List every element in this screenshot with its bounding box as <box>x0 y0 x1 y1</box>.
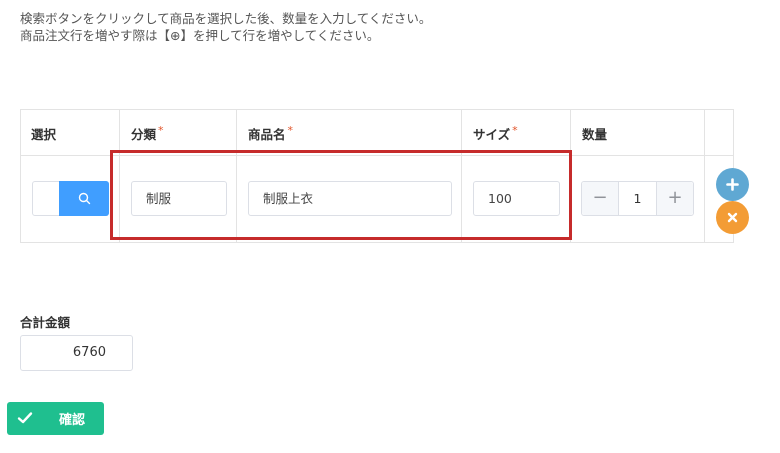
quantity-input[interactable]: 1 <box>619 182 656 215</box>
header-product-name-label: 商品名 <box>248 127 286 142</box>
highlight-annotation <box>110 150 572 240</box>
add-row-button[interactable] <box>716 168 749 201</box>
required-mark: * <box>512 124 518 137</box>
header-select: 選択 <box>31 127 57 142</box>
confirm-button[interactable]: 確認 <box>7 402 104 435</box>
plus-circle-icon <box>726 178 739 191</box>
instructions: 検索ボタンをクリックして商品を選択した後、数量を入力してください。 商品注文行を… <box>20 10 431 44</box>
quantity-stepper[interactable]: − 1 + <box>581 181 694 216</box>
required-mark: * <box>158 124 164 137</box>
header-product-name: 商品名 * <box>248 124 293 143</box>
instruction-line-1: 検索ボタンをクリックして商品を選択した後、数量を入力してください。 <box>20 11 432 26</box>
header-category: 分類 * <box>131 124 164 143</box>
header-size: サイズ * <box>473 124 518 143</box>
search-icon <box>78 192 90 205</box>
quantity-decrease-button[interactable]: − <box>582 182 619 215</box>
header-quantity: 数量 <box>582 127 608 142</box>
close-circle-icon <box>727 212 738 223</box>
confirm-button-label: 確認 <box>59 413 86 428</box>
required-mark: * <box>287 124 294 137</box>
total-amount-field: 6760 <box>20 335 133 371</box>
search-button[interactable] <box>59 181 109 216</box>
header-size-label: サイズ <box>473 127 511 142</box>
check-icon <box>17 412 33 424</box>
total-label: 合計金額 <box>20 315 71 330</box>
quantity-increase-button[interactable]: + <box>656 182 693 215</box>
remove-row-button[interactable] <box>716 201 749 234</box>
instruction-line-2: 商品注文行を増やす際は【⊕】を押して行を増やしてください。 <box>20 28 380 43</box>
header-category-label: 分類 <box>131 127 157 142</box>
column-divider <box>704 110 705 242</box>
